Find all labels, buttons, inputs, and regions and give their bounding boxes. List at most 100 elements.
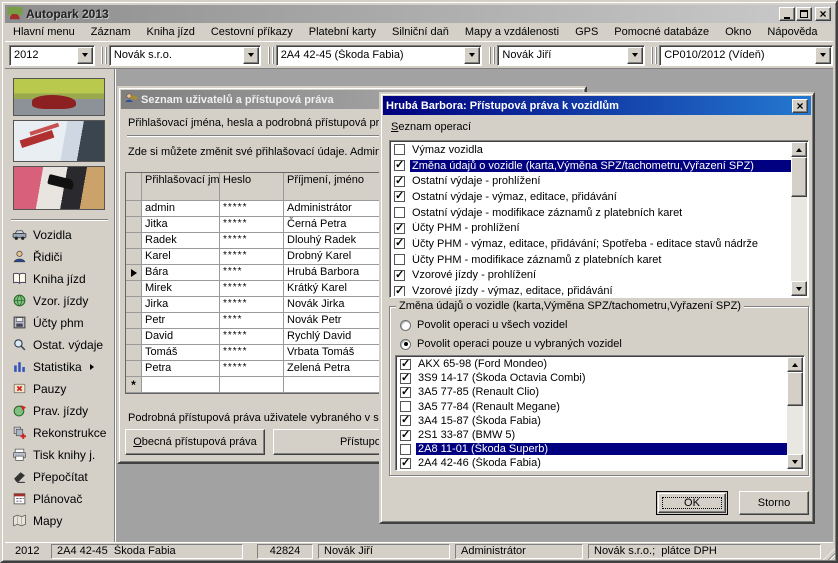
cell-password[interactable] — [220, 377, 284, 393]
combobox-dropdown-button[interactable] — [77, 47, 93, 64]
vehicle-item[interactable]: 3S9 14-17 (Škoda Octavia Combi) — [397, 371, 787, 385]
cell-password[interactable]: **** — [220, 313, 284, 329]
cell-login[interactable]: David — [142, 329, 220, 345]
operation-item[interactable]: Účty PHM - prohlížení — [391, 220, 791, 236]
sidebar-item-ucty-phm[interactable]: Účty phm — [9, 312, 112, 333]
row-selector[interactable] — [126, 217, 142, 233]
cell-password[interactable]: ***** — [220, 345, 284, 361]
menu-item[interactable]: Cestovní příkazy — [203, 24, 301, 40]
operation-item[interactable]: Výmaz vozidla — [391, 142, 791, 158]
combobox-dropdown-button[interactable] — [243, 47, 259, 64]
operation-item[interactable]: Ostatní výdaje - prohlížení — [391, 173, 791, 189]
sidebar-item-ostat-vydaje[interactable]: Ostat. výdaje — [9, 334, 112, 355]
operation-item[interactable]: Ostatní výdaje - výmaz, editace, přidává… — [391, 189, 791, 205]
row-selector[interactable] — [126, 313, 142, 329]
operation-item[interactable]: Vzorové jízdy - výmaz, editace, přidáván… — [391, 283, 791, 296]
radio-selected-vehicles[interactable]: Povolit operaci pouze u vybraných vozide… — [400, 338, 622, 350]
cell-password[interactable]: ***** — [220, 329, 284, 345]
operation-item[interactable]: Účty PHM - výmaz, editace, přidávání; Sp… — [391, 236, 791, 252]
cell-password[interactable]: ***** — [220, 361, 284, 377]
cell-password[interactable]: ***** — [220, 249, 284, 265]
scroll-up-button[interactable] — [791, 142, 807, 157]
sidebar-item-planovac[interactable]: Plánovač — [9, 488, 112, 509]
checkbox-icon[interactable] — [394, 191, 405, 202]
menu-item[interactable]: Okno — [717, 24, 759, 40]
checkbox-icon[interactable] — [394, 223, 405, 234]
row-selector[interactable] — [126, 361, 142, 377]
checkbox-icon[interactable] — [400, 373, 411, 384]
menu-item[interactable]: GPS — [567, 24, 606, 40]
rights-dialog-close-button[interactable]: × — [792, 99, 808, 113]
vehicle-item[interactable]: AKX 65-98 (Ford Mondeo) — [397, 357, 787, 371]
checkbox-icon[interactable] — [394, 238, 405, 249]
checkbox-icon[interactable] — [394, 254, 405, 265]
cell-login[interactable]: Jitka — [142, 217, 220, 233]
cell-login[interactable]: Jirka — [142, 297, 220, 313]
scrollbar-thumb[interactable] — [791, 157, 807, 197]
operation-item[interactable]: Vzorové jízdy - prohlížení — [391, 268, 791, 284]
toolbar-combobox[interactable]: 2A4 42-45 (Škoda Fabia) — [276, 45, 483, 66]
radio-selected-icon[interactable] — [400, 339, 411, 350]
cell-login[interactable]: Karel — [142, 249, 220, 265]
sidebar-item-ridici[interactable]: Řidiči — [9, 246, 112, 267]
sidebar-item-pauzy[interactable]: Pauzy — [9, 378, 112, 399]
operation-item[interactable]: Účty PHM - modifikace záznamů z platební… — [391, 252, 791, 268]
menu-item[interactable]: Nápověda — [759, 24, 825, 40]
checkbox-icon[interactable] — [394, 144, 405, 155]
checkbox-icon[interactable] — [394, 176, 405, 187]
vehicle-item[interactable]: 3A5 77-84 (Renault Megane) — [397, 400, 787, 414]
toolbar-combobox[interactable]: Novák Jiří — [497, 45, 645, 66]
new-row-selector[interactable]: * — [126, 377, 142, 393]
menu-item[interactable]: Platební karty — [301, 24, 384, 40]
menu-item[interactable]: Mapy a vzdálenosti — [457, 24, 567, 40]
general-rights-button[interactable]: Obecná přístupová práva — [125, 429, 265, 455]
vehicle-item[interactable]: 2A4 42-46 (Škoda Fabia) — [397, 456, 787, 469]
row-selector[interactable] — [126, 329, 142, 345]
vehicle-item[interactable]: 3A4 15-87 (Škoda Fabia) — [397, 414, 787, 428]
sidebar-item-statistika[interactable]: Statistika — [9, 356, 112, 377]
cell-login[interactable]: Radek — [142, 233, 220, 249]
cell-password[interactable]: ***** — [220, 281, 284, 297]
vehicles-scrollbar[interactable] — [787, 357, 803, 469]
scroll-up-button[interactable] — [787, 357, 803, 372]
toolbar-combobox[interactable]: Novák s.r.o. — [109, 45, 261, 66]
row-selector[interactable] — [126, 265, 142, 281]
minimize-button[interactable] — [779, 7, 795, 21]
cancel-button[interactable]: Storno — [739, 491, 809, 515]
operations-scrollbar[interactable] — [791, 142, 807, 296]
checkbox-icon[interactable] — [400, 444, 411, 455]
row-selector[interactable] — [126, 233, 142, 249]
checkbox-icon[interactable] — [394, 160, 405, 171]
cell-login[interactable]: Bára — [142, 265, 220, 281]
menu-item[interactable]: Pomocné databáze — [606, 24, 717, 40]
radio-all-vehicles[interactable]: Povolit operaci u všech vozidel — [400, 319, 567, 331]
row-selector[interactable] — [126, 249, 142, 265]
menu-item[interactable]: Kniha jízd — [139, 24, 203, 40]
menu-item[interactable]: Hlavní menu — [5, 24, 83, 40]
vehicle-item[interactable]: 3A5 77-85 (Renault Clio) — [397, 385, 787, 399]
maximize-button[interactable] — [796, 7, 812, 21]
toolbar-combobox[interactable]: 2012 — [9, 45, 95, 66]
sidebar-item-prepocitat[interactable]: Přepočítat — [9, 466, 112, 487]
sidebar-item-kniha-jizd[interactable]: Kniha jízd — [9, 268, 112, 289]
menu-item[interactable]: Záznam — [83, 24, 139, 40]
checkbox-icon[interactable] — [394, 207, 405, 218]
scroll-down-button[interactable] — [787, 454, 803, 469]
menu-item[interactable]: Silniční daň — [384, 24, 457, 40]
cell-login[interactable]: Mirek — [142, 281, 220, 297]
combobox-dropdown-button[interactable] — [464, 47, 480, 64]
cell-password[interactable]: ***** — [220, 297, 284, 313]
sidebar-item-tisk-knihy[interactable]: Tisk knihy j. — [9, 444, 112, 465]
vehicle-item[interactable]: 2S1 33-87 (BMW 5) — [397, 428, 787, 442]
sidebar-item-rekonstrukce[interactable]: Rekonstrukce — [9, 422, 112, 443]
ok-button[interactable]: OK — [656, 491, 728, 515]
row-selector[interactable] — [126, 297, 142, 313]
sidebar-item-prav-jizdy[interactable]: Prav. jízdy — [9, 400, 112, 421]
checkbox-icon[interactable] — [400, 359, 411, 370]
checkbox-icon[interactable] — [394, 286, 405, 296]
window-titlebar[interactable]: Autopark 2013 × — [5, 5, 833, 23]
combobox-dropdown-button[interactable] — [815, 47, 831, 64]
checkbox-icon[interactable] — [400, 387, 411, 398]
cell-login[interactable] — [142, 377, 220, 393]
checkbox-icon[interactable] — [400, 430, 411, 441]
